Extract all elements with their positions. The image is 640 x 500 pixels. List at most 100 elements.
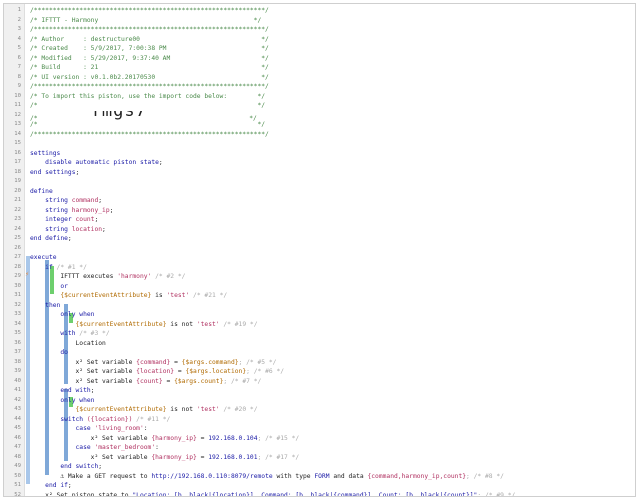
code-token: /* #21 */ bbox=[189, 292, 228, 299]
code-token: ({location}) bbox=[86, 415, 133, 423]
code-line[interactable]: 36 Location bbox=[4, 339, 635, 349]
code-line[interactable]: 31 {$currentEventAttribute} is 'test' /*… bbox=[4, 291, 635, 301]
code-line[interactable]: 8 /* UI version : v0.1.0b2.20170530 */ bbox=[4, 73, 635, 83]
code-text: /* Build : 21 */ bbox=[30, 63, 633, 73]
code-line[interactable]: 28 if /* #1 */ bbox=[4, 263, 635, 273]
code-token: /* Modified : 5/29/2017, 9:37:40 AM */ bbox=[30, 54, 269, 62]
line-number: 47 bbox=[14, 444, 21, 450]
code-line[interactable]: 21 string command; bbox=[4, 196, 635, 206]
code-line[interactable]: 19 bbox=[4, 177, 635, 187]
code-token: x² Set variable bbox=[30, 453, 152, 461]
code-line[interactable]: 17 disable automatic piston state; bbox=[4, 158, 635, 168]
line-number: 51 bbox=[14, 482, 21, 488]
code-line[interactable]: 41 end with; bbox=[4, 386, 635, 396]
code-line[interactable]: 45 case 'living_room': bbox=[4, 424, 635, 434]
code-line[interactable]: 15 bbox=[4, 139, 635, 149]
code-text: end with; bbox=[30, 386, 633, 396]
code-line[interactable]: 35 with /* #3 */ bbox=[4, 329, 635, 339]
code-line[interactable]: 44 switch ({location}) /* #11 */ bbox=[4, 415, 635, 425]
code-token: ; bbox=[98, 463, 103, 470]
code-line[interactable]: 29 IFTTT executes 'harmony' /* #2 */ bbox=[4, 272, 635, 282]
code-line[interactable]: 34 {$currentEventAttribute} is not 'test… bbox=[4, 320, 635, 330]
code-token: command bbox=[71, 197, 99, 204]
line-number: 50 bbox=[14, 472, 21, 479]
code-line[interactable]: 32 then bbox=[4, 301, 635, 311]
code-line[interactable]: 23 integer count; bbox=[4, 215, 635, 225]
code-token: /* #3 */ bbox=[79, 330, 110, 337]
line-number: 8 bbox=[17, 73, 21, 80]
code-line[interactable]: 16 settings bbox=[4, 149, 635, 159]
code-line[interactable]: 9 /**************************************… bbox=[4, 82, 635, 92]
code-line[interactable]: 48 x² Set variable {harmony_ip} = 192.16… bbox=[4, 453, 635, 463]
line-number: 37 bbox=[14, 349, 21, 355]
code-token: IFTTT executes bbox=[30, 273, 118, 280]
code-line[interactable]: 46 x² Set variable {harmony_ip} = 192.16… bbox=[4, 434, 635, 444]
code-line[interactable]: 49 end switch; bbox=[4, 462, 635, 472]
code-line[interactable]: 43 {$currentEventAttribute} is not 'test… bbox=[4, 405, 635, 415]
code-line[interactable]: 12/* fmgs7 */ bbox=[4, 111, 635, 122]
line-number: 33 bbox=[14, 311, 21, 317]
code-token: is not bbox=[166, 406, 197, 413]
line-number: 20 bbox=[14, 187, 21, 194]
code-line[interactable]: 3 /**************************************… bbox=[4, 25, 635, 35]
code-token: disable automatic piston state bbox=[30, 159, 159, 166]
code-line[interactable]: 20 define bbox=[4, 187, 635, 197]
code-token: harmony_ip bbox=[71, 206, 110, 214]
code-token: or bbox=[30, 282, 68, 290]
code-line[interactable]: 39 x² Set variable {location} = {$args.l… bbox=[4, 367, 635, 377]
code-line[interactable]: 4 /* Author : destructure00 */ bbox=[4, 35, 635, 45]
code-token: {$currentEventAttribute} bbox=[60, 292, 152, 299]
code-token: then bbox=[30, 301, 61, 309]
code-line[interactable]: 33 only when bbox=[4, 310, 635, 320]
code-line[interactable]: 14 /*************************************… bbox=[4, 130, 635, 140]
code-line[interactable]: 47 case 'master_bedroom': bbox=[4, 443, 635, 453]
code-token: 'test' bbox=[166, 292, 190, 299]
code-line[interactable]: 13 /* */ bbox=[4, 120, 635, 130]
code-line[interactable]: 51 end if; bbox=[4, 481, 635, 491]
code-line[interactable]: 22 string harmony_ip; bbox=[4, 206, 635, 216]
code-text: define bbox=[30, 187, 633, 197]
code-token: /* Created : 5/9/2017, 7:00:38 PM */ bbox=[30, 45, 269, 52]
code-line[interactable]: 1 /**************************************… bbox=[4, 6, 635, 16]
line-number: 25 bbox=[14, 235, 21, 241]
code-line[interactable]: 38 x² Set variable {command} = {$args.co… bbox=[4, 358, 635, 368]
line-number: 32 bbox=[14, 301, 21, 308]
code-line[interactable]: 26 bbox=[4, 244, 635, 254]
code-token: 'living_room' bbox=[94, 425, 144, 432]
code-text: integer count; bbox=[30, 215, 633, 225]
code-line[interactable]: 7 /* Build : 21 */ bbox=[4, 63, 635, 73]
code-line[interactable]: 10 /* To import this piston, use the impo… bbox=[4, 92, 635, 102]
code-token: = bbox=[174, 368, 186, 375]
code-text: or bbox=[30, 282, 633, 292]
code-token: {$currentEventAttribute} bbox=[75, 320, 167, 328]
code-line[interactable]: 30 or bbox=[4, 282, 635, 292]
code-text: string location; bbox=[30, 225, 633, 235]
line-number: 28 bbox=[14, 263, 21, 270]
code-line[interactable]: 18 end settings; bbox=[4, 168, 635, 178]
code-line[interactable]: 52 x² Set piston state to "Location: [b,… bbox=[4, 491, 635, 497]
code-line[interactable]: 40 x² Set variable {count} = {$args.coun… bbox=[4, 377, 635, 387]
code-text: x² Set variable {harmony_ip} = 192.168.0… bbox=[30, 434, 633, 444]
code-token: end if bbox=[30, 482, 68, 489]
code-line[interactable]: 42 only when bbox=[4, 396, 635, 406]
code-line[interactable]: 25 end define; bbox=[4, 234, 635, 244]
code-token: end with bbox=[30, 387, 91, 394]
code-token: ; bbox=[94, 216, 99, 223]
code-line[interactable]: 27 execute bbox=[4, 253, 635, 263]
line-number: 34 bbox=[14, 320, 21, 327]
code-line[interactable]: 11 /* */ bbox=[4, 101, 635, 111]
code-line[interactable]: 5 /* Created : 5/9/2017, 7:00:38 PM */ bbox=[4, 44, 635, 54]
code-token: ; bbox=[67, 235, 72, 242]
code-line[interactable]: 50 ⚓ Make a GET request to http://192.16… bbox=[4, 472, 635, 482]
code-line[interactable]: 2 /* IFTTT - Harmony */ bbox=[4, 16, 635, 26]
line-number: 7 bbox=[17, 64, 21, 70]
code-text: /* */ bbox=[30, 120, 633, 130]
code-token: ; bbox=[75, 168, 80, 176]
code-token: /* */ bbox=[30, 102, 266, 109]
code-line[interactable]: 37 do bbox=[4, 348, 635, 358]
line-number: 10 bbox=[14, 92, 21, 99]
code-token: only when bbox=[30, 396, 95, 404]
code-line[interactable]: 6 /* Modified : 5/29/2017, 9:37:40 AM */ bbox=[4, 54, 635, 64]
code-line[interactable]: 24 string location; bbox=[4, 225, 635, 235]
code-text: /* Author : destructure00 */ bbox=[30, 35, 633, 45]
